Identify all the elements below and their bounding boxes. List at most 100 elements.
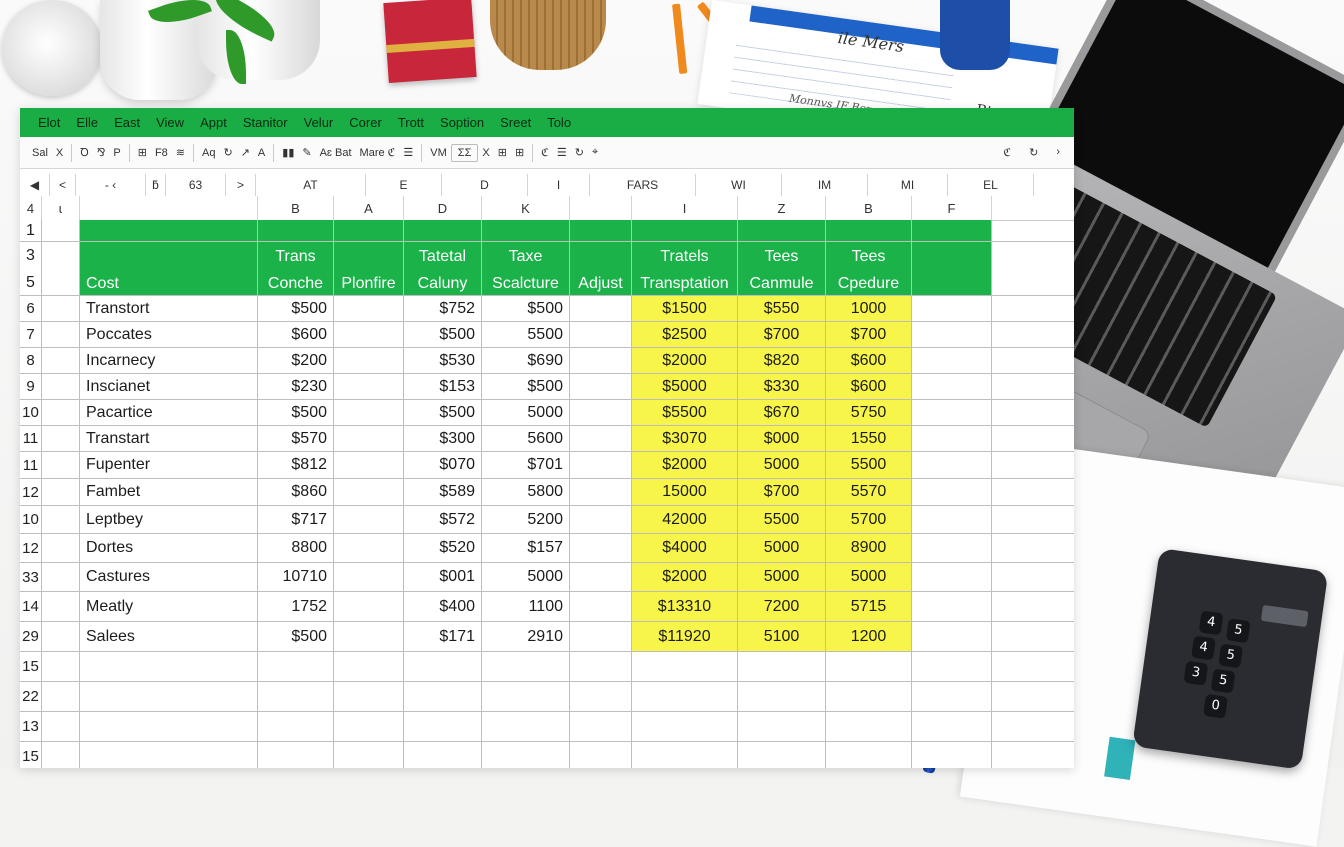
column-subtitle[interactable]: Cpedure [826, 270, 912, 295]
cell[interactable] [42, 563, 80, 591]
column-subtitle[interactable]: Plonfire [334, 270, 404, 295]
toolbar-button[interactable]: ↻ [219, 144, 236, 161]
cell[interactable] [42, 296, 80, 321]
cell[interactable] [334, 712, 404, 741]
cell[interactable] [404, 712, 482, 741]
formula-bar-cell[interactable]: IM [782, 174, 868, 196]
toolbar-nav-button[interactable]: ℭ [999, 144, 1015, 161]
cell[interactable] [482, 652, 570, 681]
menu-item[interactable]: Soption [432, 115, 492, 130]
value-cell[interactable]: $701 [482, 452, 570, 478]
row-label-cell[interactable]: Salees [80, 622, 258, 651]
column-letter[interactable]: B [258, 196, 334, 220]
value-cell[interactable] [334, 296, 404, 321]
column-title[interactable]: Tatetal [404, 242, 482, 270]
column-title[interactable]: Tees [738, 242, 826, 270]
column-letter[interactable]: F [912, 196, 992, 220]
formula-bar-cell[interactable]: 63 [166, 174, 226, 196]
value-cell[interactable]: $530 [404, 348, 482, 373]
cell[interactable] [912, 682, 992, 711]
formula-bar-cell[interactable]: E [366, 174, 442, 196]
toolbar-button[interactable]: ℭ [537, 144, 553, 161]
value-cell[interactable]: $5500 [632, 400, 738, 425]
toolbar-button[interactable]: F8 [151, 145, 172, 161]
column-title[interactable]: Trans [258, 242, 334, 270]
menu-item[interactable]: Elle [68, 115, 106, 130]
value-cell[interactable] [334, 452, 404, 478]
value-cell[interactable]: $500 [258, 622, 334, 651]
toolbar-button[interactable]: Aɛ Bat [316, 145, 356, 161]
cell[interactable] [912, 322, 992, 347]
toolbar-button[interactable]: ↗ [237, 144, 254, 161]
value-cell[interactable]: $700 [738, 322, 826, 347]
cell[interactable] [80, 712, 258, 741]
value-cell[interactable]: $11920 [632, 622, 738, 651]
row-label-cell[interactable]: Poccates [80, 322, 258, 347]
value-cell[interactable] [570, 622, 632, 651]
value-cell[interactable]: $600 [826, 374, 912, 399]
toolbar-button[interactable]: ⊞ [134, 144, 151, 161]
formula-bar-cell[interactable]: WI [696, 174, 782, 196]
value-cell[interactable]: $200 [258, 348, 334, 373]
value-cell[interactable] [334, 374, 404, 399]
value-cell[interactable]: 1200 [826, 622, 912, 651]
value-cell[interactable]: $600 [258, 322, 334, 347]
cell[interactable] [42, 742, 80, 768]
value-cell[interactable]: 5500 [482, 322, 570, 347]
value-cell[interactable] [570, 592, 632, 621]
cell[interactable] [738, 712, 826, 741]
toolbar-button[interactable]: X [478, 145, 493, 161]
column-title[interactable] [42, 242, 80, 270]
column-letter[interactable]: Z [738, 196, 826, 220]
cell[interactable] [570, 742, 632, 768]
toolbar-button[interactable]: VM [426, 145, 451, 161]
value-cell[interactable]: $812 [258, 452, 334, 478]
cell[interactable] [738, 682, 826, 711]
formula-bar-cell[interactable]: EL [948, 174, 1034, 196]
value-cell[interactable]: $500 [258, 296, 334, 321]
cell[interactable] [912, 479, 992, 505]
value-cell[interactable] [570, 506, 632, 533]
cell[interactable] [42, 426, 80, 451]
cell[interactable] [404, 742, 482, 768]
cell[interactable] [482, 712, 570, 741]
cell[interactable] [912, 622, 992, 651]
toolbar-button[interactable]: Mare ℭ [356, 144, 400, 161]
column-letter[interactable]: B [826, 196, 912, 220]
toolbar-button[interactable]: ƩƩ [450, 143, 479, 162]
column-letter[interactable] [80, 196, 258, 220]
menu-item[interactable]: Appt [192, 115, 235, 130]
cell[interactable] [42, 479, 80, 505]
cell[interactable] [826, 712, 912, 741]
formula-bar-cell[interactable]: ◀ [20, 174, 50, 196]
row-label-cell[interactable]: Castures [80, 563, 258, 591]
cell[interactable] [42, 506, 80, 533]
cell[interactable] [80, 742, 258, 768]
row-label-cell[interactable]: Dortes [80, 534, 258, 562]
column-subtitle[interactable]: Cost [80, 270, 258, 295]
value-cell[interactable] [570, 563, 632, 591]
cell[interactable] [334, 652, 404, 681]
formula-bar-cell[interactable]: ƃ [146, 174, 166, 196]
cell[interactable] [482, 682, 570, 711]
value-cell[interactable]: $700 [738, 479, 826, 505]
row-label-cell[interactable]: Incarnecy [80, 348, 258, 373]
value-cell[interactable]: $690 [482, 348, 570, 373]
cell[interactable] [42, 374, 80, 399]
toolbar-button[interactable]: ✎ [298, 144, 315, 161]
value-cell[interactable]: 5500 [826, 452, 912, 478]
value-cell[interactable] [334, 622, 404, 651]
value-cell[interactable]: 15000 [632, 479, 738, 505]
column-subtitle[interactable]: Canmule [738, 270, 826, 295]
row-label-cell[interactable]: Leptbey [80, 506, 258, 533]
toolbar-button[interactable]: ▮▮ [278, 144, 298, 161]
menu-item[interactable]: East [106, 115, 148, 130]
value-cell[interactable]: $330 [738, 374, 826, 399]
value-cell[interactable]: 5000 [738, 452, 826, 478]
value-cell[interactable]: 8800 [258, 534, 334, 562]
menu-item[interactable]: Tolo [539, 115, 579, 130]
toolbar-button[interactable]: ⅋ [93, 144, 110, 161]
cell[interactable] [42, 592, 80, 621]
cell[interactable] [42, 322, 80, 347]
value-cell[interactable]: $860 [258, 479, 334, 505]
